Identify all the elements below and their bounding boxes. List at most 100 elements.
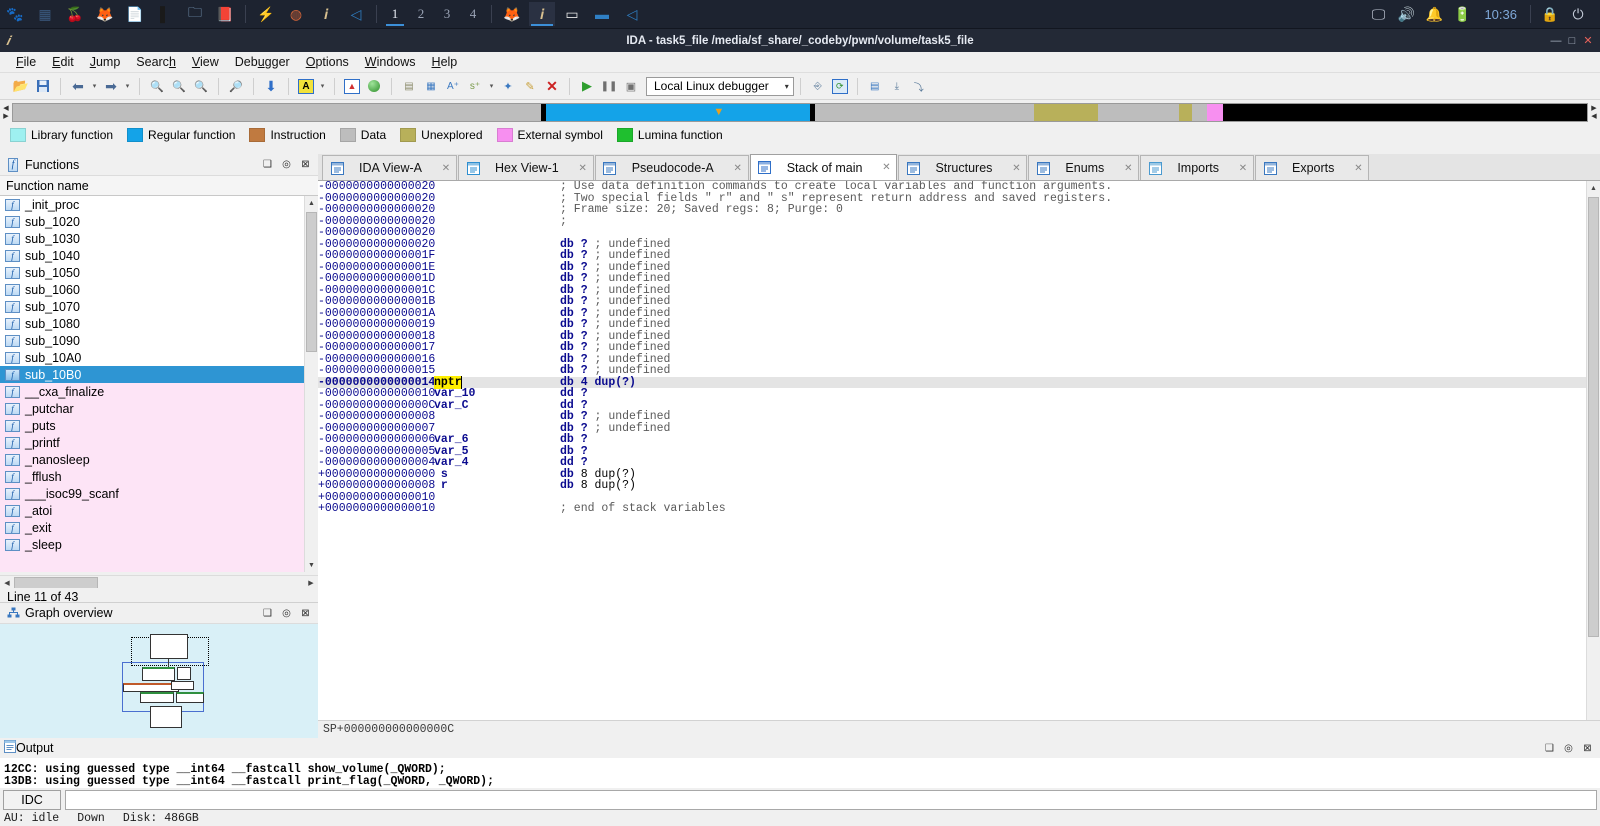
tab-close-icon[interactable]: ✕ bbox=[880, 162, 892, 173]
undefine-button[interactable]: ✕ bbox=[541, 75, 563, 97]
tab-exports[interactable]: Exports ✕ bbox=[1255, 155, 1370, 180]
graph-overview-canvas[interactable] bbox=[0, 624, 318, 738]
terminate-process-button[interactable]: ▣ bbox=[620, 75, 642, 97]
stack-line[interactable]: -0000000000000017 db ? ; undefined bbox=[318, 342, 1586, 354]
float-button[interactable]: ◎ bbox=[278, 605, 295, 621]
tab-close-icon[interactable]: ✕ bbox=[1122, 163, 1134, 174]
tab-close-icon[interactable]: ✕ bbox=[577, 163, 589, 174]
close-panel-button[interactable]: ⊠ bbox=[1579, 740, 1596, 756]
function-list-item[interactable]: f __cxa_finalize bbox=[0, 383, 304, 400]
function-list-item[interactable]: f sub_1080 bbox=[0, 315, 304, 332]
menu-help[interactable]: Help bbox=[424, 53, 466, 71]
firefox-icon[interactable]: 🦊 bbox=[499, 2, 525, 26]
firefox-icon[interactable]: 🦊 bbox=[92, 2, 118, 26]
stack-line[interactable]: -0000000000000020 ; Use data definition c… bbox=[318, 181, 1586, 193]
tab-imports[interactable]: Imports ✕ bbox=[1140, 155, 1254, 180]
undock-button[interactable]: ❑ bbox=[259, 605, 276, 621]
step-over-button[interactable]: ⤵ bbox=[908, 75, 930, 97]
step-into-button[interactable]: ⤓ bbox=[886, 75, 908, 97]
stack-variable-name[interactable]: var_C bbox=[434, 399, 469, 412]
workspace-4[interactable]: 4 bbox=[460, 1, 486, 27]
save-button[interactable] bbox=[32, 75, 54, 97]
menu-windows[interactable]: Windows bbox=[357, 53, 424, 71]
undock-button[interactable]: ❑ bbox=[1541, 740, 1558, 756]
breakpoints-button[interactable]: ▤ bbox=[864, 75, 886, 97]
tab-close-icon[interactable]: ✕ bbox=[1237, 163, 1249, 174]
tab-stack-of-main[interactable]: Stack of main ✕ bbox=[749, 154, 898, 180]
tab-pseudocode-a[interactable]: Pseudocode-A ✕ bbox=[594, 155, 749, 180]
functions-vertical-scrollbar[interactable]: ▲ ▼ bbox=[304, 196, 318, 572]
menu-edit[interactable]: Edit bbox=[44, 53, 82, 71]
pause-process-button[interactable]: ❚❚ bbox=[598, 75, 620, 97]
float-button[interactable]: ◎ bbox=[1560, 740, 1577, 756]
stack-line[interactable]: +0000000000000008 r db 8 dup(?) bbox=[318, 480, 1586, 492]
stack-line[interactable]: -0000000000000019 db ? ; undefined bbox=[318, 319, 1586, 331]
workspace-3[interactable]: 3 bbox=[434, 1, 460, 27]
function-list-item[interactable]: f _exit bbox=[0, 519, 304, 536]
function-list-item[interactable]: f _printf bbox=[0, 434, 304, 451]
idc-language-button[interactable]: IDC bbox=[3, 790, 61, 810]
stack-line[interactable]: -0000000000000007 db ? ; undefined bbox=[318, 422, 1586, 435]
function-list-item[interactable]: f sub_10B0 bbox=[0, 366, 304, 383]
function-list-item[interactable]: f sub_1020 bbox=[0, 213, 304, 230]
stack-line[interactable]: -000000000000001A db ? ; undefined bbox=[318, 307, 1586, 320]
burp-icon[interactable]: ◍ bbox=[283, 2, 309, 26]
function-list-item[interactable]: f _puts bbox=[0, 417, 304, 434]
cherrytree-icon[interactable]: 🍒 bbox=[62, 2, 88, 26]
menu-jump[interactable]: Jump bbox=[82, 53, 129, 71]
lock-icon[interactable]: 🔒 bbox=[1536, 2, 1564, 26]
function-list-item[interactable]: f sub_1030 bbox=[0, 230, 304, 247]
tab-close-icon[interactable]: ✕ bbox=[1010, 163, 1022, 174]
ida-icon[interactable]: 𝒊 bbox=[529, 2, 555, 26]
search-text-button[interactable]: 🔍 bbox=[168, 75, 190, 97]
function-list-item[interactable]: f ___isoc99_scanf bbox=[0, 485, 304, 502]
stack-line[interactable]: -0000000000000004 var_4 dd ? bbox=[318, 457, 1586, 469]
stack-scroll-thumb[interactable] bbox=[1588, 197, 1599, 637]
stack-line[interactable]: -000000000000001C db ? ; undefined bbox=[318, 284, 1586, 297]
function-list-item[interactable]: f sub_1070 bbox=[0, 298, 304, 315]
functions-scroll-thumb[interactable] bbox=[306, 212, 317, 352]
attach-process-button[interactable]: ⎆ bbox=[807, 75, 829, 97]
function-list-item[interactable]: f _nanosleep bbox=[0, 451, 304, 468]
stack-line[interactable]: -0000000000000020 ; Frame size: 20; Saved… bbox=[318, 204, 1586, 216]
stack-line[interactable]: -0000000000000018 db ? ; undefined bbox=[318, 330, 1586, 343]
menu-view[interactable]: View bbox=[184, 53, 227, 71]
stack-line[interactable]: -000000000000001B db ? ; undefined bbox=[318, 296, 1586, 308]
menu-search[interactable]: Search bbox=[128, 53, 184, 71]
stack-line[interactable]: -0000000000000020; bbox=[318, 215, 1586, 228]
function-list-item[interactable]: f _putchar bbox=[0, 400, 304, 417]
vscode-icon[interactable]: ◁ bbox=[343, 2, 369, 26]
float-button[interactable]: ◎ bbox=[278, 157, 295, 173]
functions-column-header[interactable]: Function name bbox=[0, 176, 318, 196]
undock-button[interactable]: ❑ bbox=[259, 157, 276, 173]
terminal-window-icon[interactable]: ▭ bbox=[559, 2, 585, 26]
string-literal-button[interactable]: A bbox=[295, 75, 317, 97]
menu-file[interactable]: File bbox=[8, 53, 44, 71]
string-type-chevron-down-icon[interactable]: ▾ bbox=[317, 82, 328, 90]
close-button[interactable]: ✕ bbox=[1580, 33, 1596, 49]
search-sequence-button[interactable]: 🔍 bbox=[190, 75, 212, 97]
run-to-cursor-button[interactable] bbox=[363, 75, 385, 97]
stack-line[interactable]: -0000000000000020 db ? ; undefined bbox=[318, 238, 1586, 251]
forward-history-chevron-down-icon[interactable]: ▾ bbox=[122, 82, 133, 90]
struct-chevron-down-icon[interactable]: ▾ bbox=[486, 82, 497, 90]
window-titlebar[interactable]: 𝒊 IDA - task5_file /media/sf_share/_code… bbox=[0, 29, 1600, 52]
function-list-item[interactable]: f _init_proc bbox=[0, 196, 304, 213]
function-list-item[interactable]: f sub_1090 bbox=[0, 332, 304, 349]
workspace-2[interactable]: 2 bbox=[408, 1, 434, 27]
stack-line[interactable]: -0000000000000015 db ? ; undefined bbox=[318, 365, 1586, 377]
functions-list[interactable]: f _init_proc f sub_1020 f sub_1030 f sub_1040 f s… bbox=[0, 196, 304, 572]
gimp-icon[interactable]: 🐾 bbox=[2, 2, 28, 26]
volume-icon[interactable]: 🔊 bbox=[1392, 2, 1420, 26]
function-list-item[interactable]: f _sleep bbox=[0, 536, 304, 553]
power-icon[interactable]: ⏻ bbox=[1564, 2, 1592, 26]
function-list-item[interactable]: f _atoi bbox=[0, 502, 304, 519]
stack-line[interactable]: -000000000000001F db ? ; undefined bbox=[318, 250, 1586, 262]
tab-close-icon[interactable]: ✕ bbox=[732, 163, 744, 174]
nav-band-right-arrow[interactable]: ▶ ◀ bbox=[1588, 101, 1600, 123]
menu-options[interactable]: Options bbox=[298, 53, 357, 71]
function-list-item[interactable]: f sub_1050 bbox=[0, 264, 304, 281]
make-string-button[interactable]: A⁺ bbox=[442, 75, 464, 97]
navigate-forward-button[interactable]: ➡ bbox=[100, 75, 122, 97]
debugger-options-button[interactable]: ⟳ bbox=[829, 75, 851, 97]
